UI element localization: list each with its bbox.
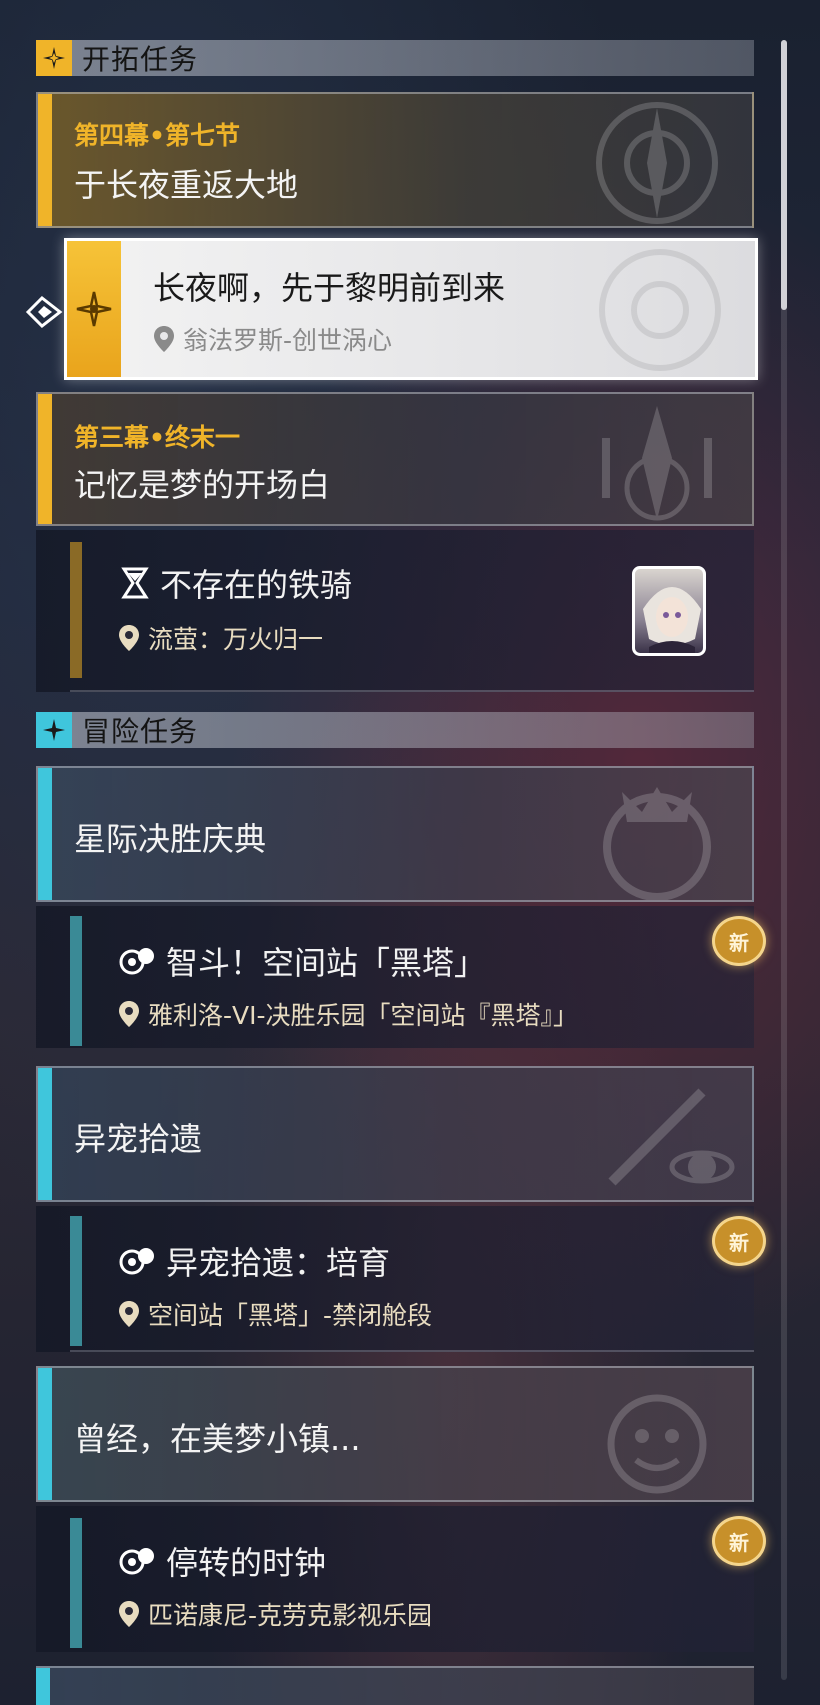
section-header-trailblaze: 开拓任务 <box>36 40 754 76</box>
new-badge: 新 <box>712 1216 766 1266</box>
quest-title-row: 停转的时钟 <box>118 1538 326 1584</box>
emblem-icon <box>603 787 711 900</box>
quest-group-dreamville[interactable]: 曾经，在美梦小镇... <box>36 1366 754 1502</box>
chapter-kicker: 第四幕•第七节 <box>74 121 240 150</box>
tracking-star-icon <box>76 291 112 327</box>
divider <box>70 1350 754 1352</box>
chapter-card-act3[interactable]: 第三幕•终末一 记忆是梦的开场白 <box>36 392 754 526</box>
quest-location-row: 流萤：万火归一 <box>118 620 323 656</box>
quest-title-row: 智斗！空间站「黑塔」 <box>118 938 486 984</box>
chapter-title: 记忆是梦的开场白 <box>74 466 331 504</box>
adventure-quest-icon <box>119 948 154 975</box>
quest-location-row: 匹诺康尼-克劳克影视乐园 <box>118 1596 432 1632</box>
adventure-quest-icon <box>119 1548 154 1575</box>
accent-bar <box>70 916 82 1046</box>
accent-bar <box>36 1668 50 1705</box>
location-pin-icon <box>119 1001 139 1027</box>
group-title: 异宠拾遗 <box>74 1120 203 1158</box>
tracked-quest-location: 翁法罗斯-创世涡心 <box>153 321 392 357</box>
location-pin-icon <box>119 1301 139 1327</box>
tracked-quest-title: 长夜啊，先于黎明前到来 <box>153 269 506 307</box>
hourglass-icon <box>121 567 149 599</box>
tracked-accent <box>67 241 121 377</box>
new-badge: 新 <box>712 1516 766 1566</box>
quest-title: 停转的时钟 <box>166 1544 327 1582</box>
section-title: 开拓任务 <box>82 43 199 76</box>
quest-group-pet-care[interactable]: 异宠拾遗 <box>36 1066 754 1202</box>
adventure-quest-icon <box>119 1248 154 1275</box>
quest-item-pet-nurture[interactable]: 异宠拾遗：培育 空间站「黑塔」-禁闭舱段 新 <box>36 1206 766 1352</box>
accent-bar <box>38 94 52 226</box>
emblem-icon <box>596 102 718 224</box>
section-title: 冒险任务 <box>82 715 199 748</box>
location-pin-icon <box>119 1601 139 1627</box>
emblem-icon <box>607 1394 707 1494</box>
divider <box>70 690 754 692</box>
character-avatar <box>632 566 706 656</box>
location-text: 空间站「黑塔」-禁闭舱段 <box>148 1301 433 1330</box>
quest-item-stopped-clock[interactable]: 停转的时钟 匹诺康尼-克劳克影视乐园 新 <box>36 1506 766 1652</box>
quest-title-row: 异宠拾遗：培育 <box>118 1238 390 1284</box>
quest-group-partial[interactable] <box>36 1666 754 1705</box>
chapter-kicker: 第三幕•终末一 <box>74 423 240 452</box>
location-pin-icon <box>119 625 139 651</box>
location-text: 翁法罗斯-创世涡心 <box>183 326 393 355</box>
emblem-icon <box>599 249 721 371</box>
section-header-adventure: 冒险任务 <box>36 712 754 748</box>
group-title: 星际决胜庆典 <box>74 820 267 858</box>
quest-group-interastral-festival[interactable]: 星际决胜庆典 <box>36 766 754 902</box>
character-portrait-icon <box>643 587 701 653</box>
quest-location-row: 空间站「黑塔」-禁闭舱段 <box>118 1296 432 1332</box>
scrollbar-thumb[interactable] <box>781 40 787 310</box>
quest-title-row: 不存在的铁骑 <box>118 560 352 606</box>
location-text: 匹诺康尼-克劳克影视乐园 <box>148 1601 433 1630</box>
location-text: 流萤：万火归一 <box>148 625 324 654</box>
accent-bar <box>38 768 52 900</box>
emblem-icon <box>602 406 712 521</box>
accent-bar <box>38 1368 52 1500</box>
accent-bar <box>70 1518 82 1648</box>
trailblaze-star-icon <box>36 40 72 76</box>
quest-location-row: 雅利洛-VI-决胜乐园「空间站『黑塔』」 <box>118 996 578 1032</box>
location-pin-icon <box>154 326 174 352</box>
new-badge: 新 <box>712 916 766 966</box>
quest-item-herta-battle[interactable]: 智斗！空间站「黑塔」 雅利洛-VI-决胜乐园「空间站『黑塔』」 新 <box>36 906 766 1048</box>
quest-title: 不存在的铁骑 <box>160 566 353 604</box>
chapter-card-act4[interactable]: 第四幕•第七节 于长夜重返大地 <box>36 92 754 228</box>
accent-bar <box>70 542 82 678</box>
quest-item-iron-cavalry[interactable]: 不存在的铁骑 流萤：万火归一 <box>36 530 754 692</box>
adventure-star-icon <box>36 712 72 748</box>
accent-bar <box>70 1216 82 1346</box>
chapter-title: 于长夜重返大地 <box>74 166 299 204</box>
quest-title: 异宠拾遗：培育 <box>166 1244 391 1282</box>
emblem-icon <box>608 1088 735 1186</box>
quest-title: 智斗！空间站「黑塔」 <box>166 944 487 982</box>
location-text: 雅利洛-VI-决胜乐园「空间站『黑塔』」 <box>148 1001 579 1030</box>
accent-bar <box>38 1068 52 1200</box>
accent-bar <box>38 394 52 524</box>
tracking-pointer-icon <box>25 296 63 328</box>
group-title: 曾经，在美梦小镇... <box>74 1420 361 1458</box>
tracked-quest-card[interactable]: 长夜啊，先于黎明前到来 翁法罗斯-创世涡心 <box>64 238 758 380</box>
